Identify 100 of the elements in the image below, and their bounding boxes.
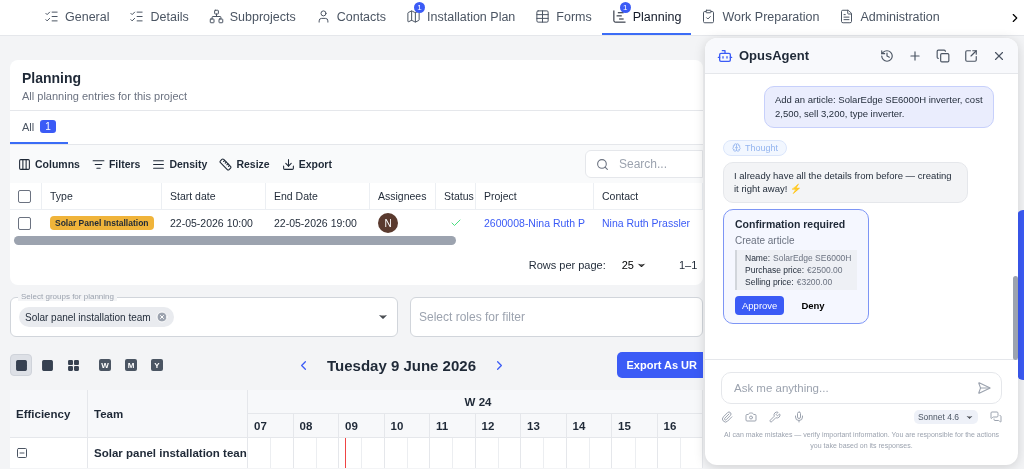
chat-title: OpusAgent	[739, 48, 810, 63]
month-view-icon	[66, 358, 80, 372]
columns-icon	[18, 157, 31, 171]
filters-icon	[91, 157, 105, 171]
map-icon	[406, 9, 422, 24]
nav-tab[interactable]: Work Preparation	[691, 0, 830, 35]
brain-icon	[732, 143, 741, 153]
rows-per-page-label: Rows per page:	[528, 259, 606, 271]
nav-tab[interactable]: Contacts	[305, 0, 397, 35]
field-label: Select groups for planning	[18, 292, 117, 301]
nav-tab[interactable]: 1 Planning	[601, 0, 692, 35]
select-all-checkbox[interactable]	[18, 189, 31, 203]
page-range: 1–1	[679, 259, 699, 271]
export-button[interactable]: Export As UR	[616, 352, 703, 378]
table-cell-text: 22-05-2026 19:00	[273, 216, 358, 231]
resize-icon	[219, 157, 233, 171]
filters-button[interactable]: Filters	[91, 157, 141, 171]
search-box[interactable]: Search...	[585, 150, 703, 178]
view-button[interactable]: Y	[146, 354, 168, 376]
count-badge: 1	[40, 120, 56, 133]
confirmation-title: Confirmation required	[735, 218, 847, 231]
collapse-toggle[interactable]	[16, 447, 28, 459]
nav-tab[interactable]: 1 Installation Plan	[396, 0, 526, 35]
scrollbar-thumb[interactable]	[14, 236, 456, 245]
avatar: N	[378, 213, 398, 233]
nav-tab[interactable]: Details	[119, 0, 199, 35]
remove-icon[interactable]	[155, 311, 168, 323]
assistant-message: I already have all the details from before — creating it right away! ⚡	[723, 161, 968, 204]
history-button[interactable]	[880, 48, 894, 63]
day-header: 07	[248, 414, 294, 438]
view-button[interactable]: M	[120, 354, 142, 376]
export-icon	[281, 157, 295, 171]
view-button[interactable]	[10, 354, 32, 376]
clipboard-icon	[701, 9, 717, 24]
rows-per-page-select[interactable]: 25	[615, 258, 653, 272]
nav-tab[interactable]: General	[34, 0, 120, 35]
tree-icon	[208, 9, 224, 24]
week-header: W 24	[248, 390, 703, 414]
columns-button[interactable]: Columns	[18, 157, 80, 171]
table-cell-text: 22-05-2026 10:00	[169, 216, 254, 231]
list-icon	[129, 9, 145, 24]
robot-icon	[717, 47, 733, 64]
day-header: 14	[566, 414, 612, 438]
field-value: €3200.00	[796, 277, 833, 288]
day-header: 08	[293, 414, 339, 438]
view-button[interactable]: W	[94, 354, 116, 376]
column-header: Assignees	[370, 183, 436, 210]
column-header: Contact	[594, 183, 703, 210]
row-checkbox[interactable]	[18, 216, 31, 230]
resize-button[interactable]: Resize	[219, 157, 270, 171]
send-icon[interactable]	[977, 381, 991, 395]
new-chat-button[interactable]	[908, 48, 922, 63]
action-label: Create article	[735, 235, 796, 247]
nav-tab[interactable]: Administration	[829, 0, 950, 35]
team-name: Solar panel installation tean	[88, 438, 248, 468]
deny-button[interactable]: Deny	[794, 296, 832, 316]
contact-link[interactable]: Nina Ruth Prassler	[602, 217, 691, 229]
chat-input-box[interactable]: Ask me anything...	[721, 372, 1002, 404]
field-label: Selling price:	[745, 277, 794, 288]
now-line	[345, 438, 346, 468]
copy-button[interactable]	[936, 48, 950, 63]
search-icon	[596, 157, 609, 171]
user-icon	[315, 9, 331, 24]
nav-tab[interactable]: Forms	[525, 0, 602, 35]
density-button[interactable]: Density	[152, 157, 208, 171]
column-header: Start date	[162, 183, 266, 210]
day-header: 10	[384, 414, 430, 438]
field-label: Purchase price:	[745, 265, 805, 276]
day-header: 16	[657, 414, 703, 438]
card-subtitle: All planning entries for this project	[10, 90, 703, 111]
day-header: 15	[612, 414, 658, 438]
export-button[interactable]: Export	[281, 157, 332, 171]
open-external-button[interactable]	[964, 48, 978, 63]
column-header: Team	[88, 390, 248, 438]
scrollbar-thumb[interactable]	[1013, 276, 1018, 360]
user-message: Add an article: SolarEdge SE6000H inverter, cost 2,500, sell 3,200, type inverter.	[764, 86, 994, 128]
project-link[interactable]: 2600008-Nina Ruth P	[484, 217, 585, 229]
type-tag: Solar Panel Installation	[50, 216, 154, 230]
microphone-button[interactable]	[793, 411, 805, 423]
count-badge: 1	[414, 2, 426, 13]
column-header: Efficiency	[10, 390, 88, 438]
file-icon	[839, 9, 855, 24]
chip-label: Solar panel installation team	[25, 311, 151, 323]
approve-button[interactable]: Approve	[735, 296, 785, 316]
date-title: Tuesday 9 June 2026	[327, 356, 476, 374]
column-header: Status	[436, 183, 476, 210]
density-icon	[152, 157, 166, 171]
column-header: Type	[42, 183, 162, 210]
count-badge: 1	[619, 2, 631, 13]
table-icon	[535, 9, 551, 24]
day-header: 09	[339, 414, 385, 438]
model-select[interactable]: Sonnet 4.6	[913, 410, 978, 424]
gantt-icon	[611, 9, 627, 24]
nav-tab[interactable]: Subprojects	[198, 0, 306, 35]
column-header: End Date	[266, 183, 370, 210]
list-icon	[44, 9, 59, 24]
field-label: Name:	[745, 253, 771, 264]
card-title: Planning	[21, 69, 83, 86]
day-header: 12	[475, 414, 521, 438]
field-value: €2500.00	[807, 265, 843, 276]
